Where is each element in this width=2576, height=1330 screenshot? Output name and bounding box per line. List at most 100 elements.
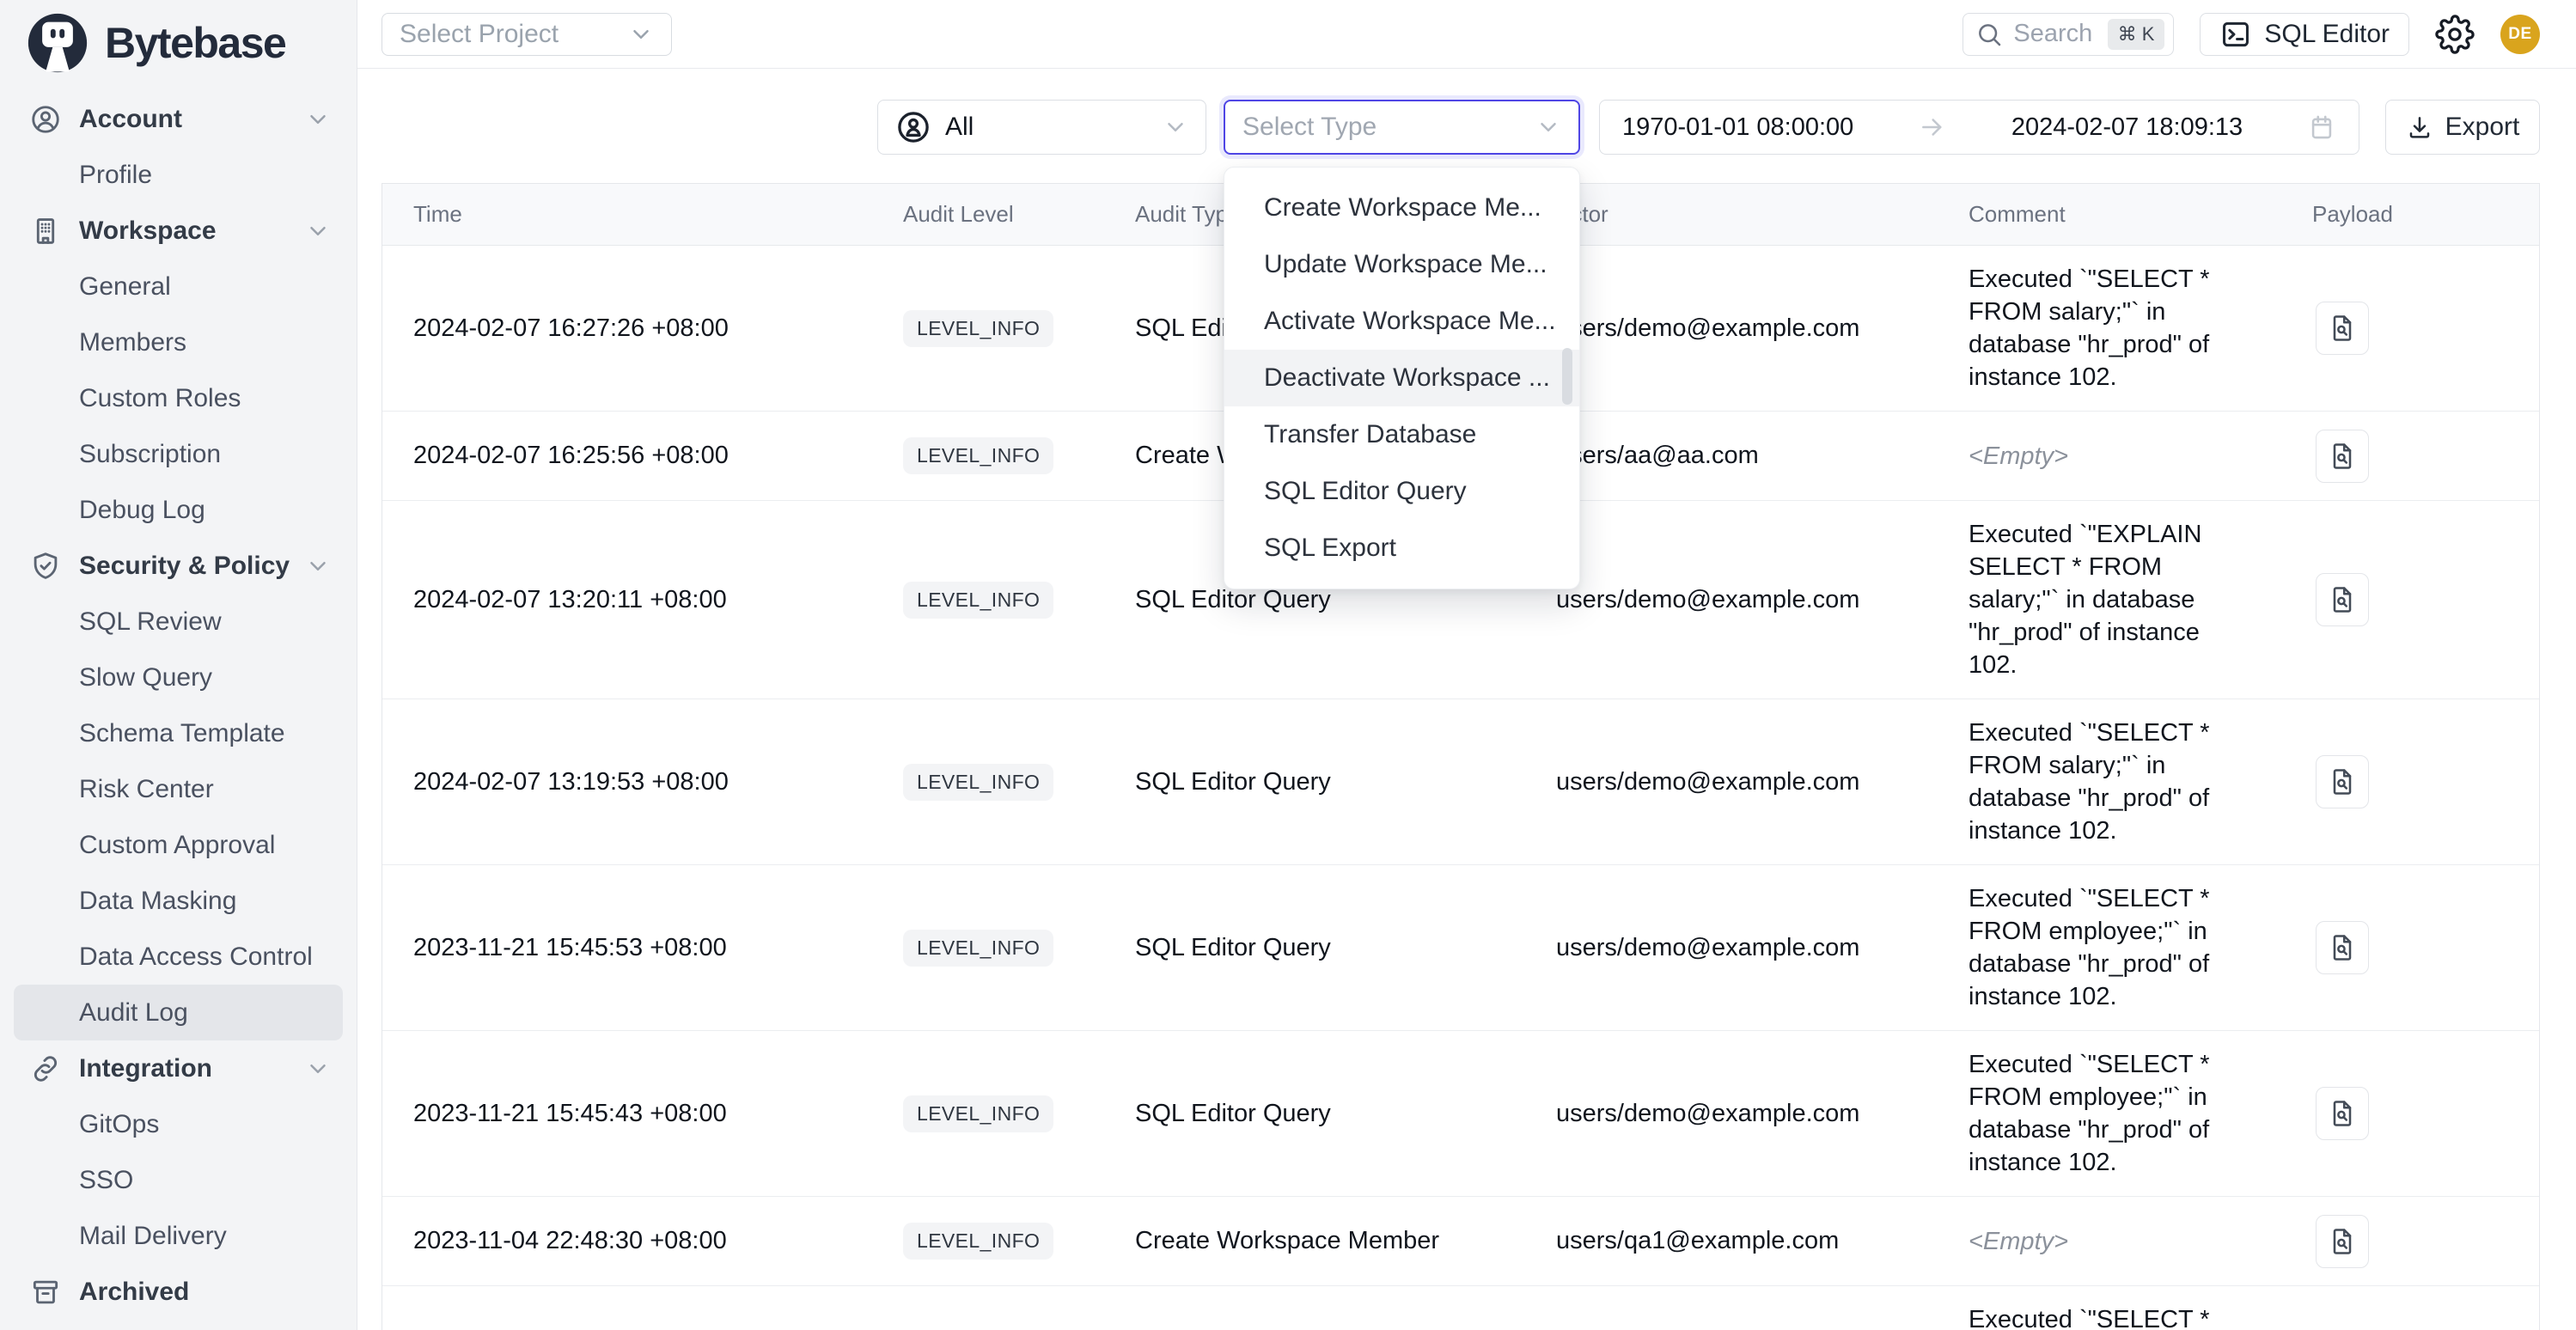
payload-view-button[interactable] <box>2316 921 2369 974</box>
type-option-activate-workspace-me[interactable]: Activate Workspace Me... <box>1224 293 1579 350</box>
export-button[interactable]: Export <box>2385 100 2540 155</box>
file-search-icon <box>2327 313 2358 344</box>
sidebar-section-archived[interactable]: Archived <box>14 1264 343 1320</box>
search-input[interactable]: Search ⌘ K <box>1963 13 2174 56</box>
sidebar-item-data-masking[interactable]: Data Masking <box>14 873 343 929</box>
cell-audit-level: LEVEL_INFO <box>903 1223 1135 1260</box>
cell-audit-level: LEVEL_INFO <box>903 1095 1135 1132</box>
sidebar-item-members[interactable]: Members <box>14 314 343 370</box>
cell-comment: Executed `"SELECT * FROM employee;"` in … <box>1969 1048 2312 1179</box>
sidebar-section-workspace[interactable]: Workspace <box>14 203 343 259</box>
sidebar-item-custom-approval[interactable]: Custom Approval <box>14 817 343 873</box>
type-dropdown-menu: Create Workspace Me...Update Workspace M… <box>1224 167 1580 589</box>
sidebar-label: Data Access Control <box>79 943 313 972</box>
cell-actor: users/demo@example.com <box>1556 586 1969 614</box>
table-row: 2024-02-07 13:19:53 +08:00LEVEL_INFOSQL … <box>382 699 2539 865</box>
sidebar-section-account[interactable]: Account <box>14 91 343 147</box>
cell-audit-level: LEVEL_INFO <box>903 764 1135 801</box>
cell-actor: users/demo@example.com <box>1556 768 1969 796</box>
type-filter-select[interactable]: Select Type <box>1224 100 1580 155</box>
sidebar-nav: AccountProfileWorkspaceGeneralMembersCus… <box>0 86 357 1320</box>
arrow-right-icon <box>1918 113 1947 142</box>
sidebar-label: GitOps <box>79 1110 159 1139</box>
dropdown-scrollbar-thumb[interactable] <box>1562 348 1572 405</box>
type-filter-placeholder: Select Type <box>1242 113 1377 142</box>
payload-view-button[interactable] <box>2316 1215 2369 1268</box>
payload-view-button[interactable] <box>2316 302 2369 355</box>
sidebar-item-debug-log[interactable]: Debug Log <box>14 482 343 538</box>
sidebar-label: Profile <box>79 161 152 190</box>
payload-view-button[interactable] <box>2316 430 2369 483</box>
sidebar-item-schema-template[interactable]: Schema Template <box>14 705 343 761</box>
cell-payload <box>2312 1087 2539 1140</box>
audit-level-badge: LEVEL_INFO <box>903 1223 1053 1260</box>
project-select[interactable]: Select Project <box>382 13 672 56</box>
type-dropdown-items: Create Workspace Me...Update Workspace M… <box>1224 180 1579 577</box>
type-option-deactivate-workspace[interactable]: Deactivate Workspace ... <box>1224 350 1579 406</box>
sidebar-label: Schema Template <box>79 719 285 748</box>
gear-icon[interactable] <box>2435 15 2475 54</box>
chevron-down-icon <box>305 218 331 244</box>
main-area: Select Project Search ⌘ K SQL Editor DE <box>357 0 2576 1330</box>
sidebar-item-slow-query[interactable]: Slow Query <box>14 650 343 705</box>
chevron-down-icon <box>1535 114 1561 140</box>
cell-time: 2024-02-07 16:25:56 +08:00 <box>413 442 903 470</box>
type-option-create-workspace-me[interactable]: Create Workspace Me... <box>1224 180 1579 236</box>
date-range-picker[interactable]: 1970-01-01 08:00:00 2024-02-07 18:09:13 <box>1599 100 2359 155</box>
topbar: Select Project Search ⌘ K SQL Editor DE <box>357 0 2576 69</box>
cell-payload <box>2312 302 2539 355</box>
sidebar-label: Slow Query <box>79 663 212 692</box>
sidebar-item-subscription[interactable]: Subscription <box>14 426 343 482</box>
sidebar-item-sso[interactable]: SSO <box>14 1152 343 1208</box>
sql-editor-button[interactable]: SQL Editor <box>2200 13 2409 56</box>
file-search-icon <box>2327 441 2358 472</box>
table-row: 2023-11-04 21:26:34 +08:00LEVEL_INFOSQL … <box>382 1286 2539 1330</box>
export-label: Export <box>2445 113 2520 142</box>
sidebar-label: SQL Review <box>79 607 222 637</box>
payload-view-button[interactable] <box>2316 1087 2369 1140</box>
column-header-comment: Comment <box>1969 201 2312 228</box>
filter-bar: All Select Type Create Workspace Me...Up… <box>357 69 2576 155</box>
type-option-sql-editor-query[interactable]: SQL Editor Query <box>1224 463 1579 520</box>
sidebar-item-profile[interactable]: Profile <box>14 147 343 203</box>
cell-audit-level: LEVEL_INFO <box>903 437 1135 474</box>
file-search-icon <box>2327 932 2358 963</box>
search-shortcut-badge: ⌘ K <box>2108 19 2165 50</box>
payload-view-button[interactable] <box>2316 573 2369 626</box>
sidebar-item-data-access-control[interactable]: Data Access Control <box>14 929 343 985</box>
sidebar-item-custom-roles[interactable]: Custom Roles <box>14 370 343 426</box>
payload-view-button[interactable] <box>2316 755 2369 808</box>
sidebar-section-security-policy[interactable]: Security & Policy <box>14 538 343 594</box>
sidebar-item-gitops[interactable]: GitOps <box>14 1096 343 1152</box>
column-header-payload: Payload <box>2312 201 2539 228</box>
app-window: Bytebase AccountProfileWorkspaceGeneralM… <box>0 0 2576 1330</box>
sidebar-item-audit-log[interactable]: Audit Log <box>14 985 343 1040</box>
sidebar-item-mail-delivery[interactable]: Mail Delivery <box>14 1208 343 1264</box>
cell-audit-level: LEVEL_INFO <box>903 582 1135 619</box>
cell-time: 2023-11-21 15:45:53 +08:00 <box>413 934 903 962</box>
cell-audit-type: SQL Editor Query <box>1135 1100 1556 1128</box>
type-option-update-workspace-me[interactable]: Update Workspace Me... <box>1224 236 1579 293</box>
sidebar-section-integration[interactable]: Integration <box>14 1040 343 1096</box>
actor-filter-select[interactable]: All <box>877 100 1206 155</box>
archive-icon <box>29 1276 62 1309</box>
calendar-icon <box>2307 113 2336 142</box>
cell-audit-level: LEVEL_INFO <box>903 310 1135 347</box>
brand-logo[interactable]: Bytebase <box>0 0 357 86</box>
type-option-sql-export[interactable]: SQL Export <box>1224 520 1579 577</box>
audit-level-badge: LEVEL_INFO <box>903 310 1053 347</box>
cell-audit-type: Create Workspace Member <box>1135 1227 1556 1255</box>
user-avatar[interactable]: DE <box>2500 15 2540 54</box>
cell-comment: Executed `"SELECT * FROM employee;"` in … <box>1969 882 2312 1013</box>
chevron-down-icon <box>1163 114 1188 140</box>
sidebar-item-risk-center[interactable]: Risk Center <box>14 761 343 817</box>
sidebar-item-sql-review[interactable]: SQL Review <box>14 594 343 650</box>
audit-level-badge: LEVEL_INFO <box>903 582 1053 619</box>
sidebar-item-general[interactable]: General <box>14 259 343 314</box>
sidebar: Bytebase AccountProfileWorkspaceGeneralM… <box>0 0 357 1330</box>
sidebar-label: Risk Center <box>79 775 214 804</box>
cell-time: 2024-02-07 13:19:53 +08:00 <box>413 768 903 796</box>
sidebar-label: Data Masking <box>79 887 236 916</box>
type-option-transfer-database[interactable]: Transfer Database <box>1224 406 1579 463</box>
sidebar-label: Archived <box>79 1278 189 1307</box>
